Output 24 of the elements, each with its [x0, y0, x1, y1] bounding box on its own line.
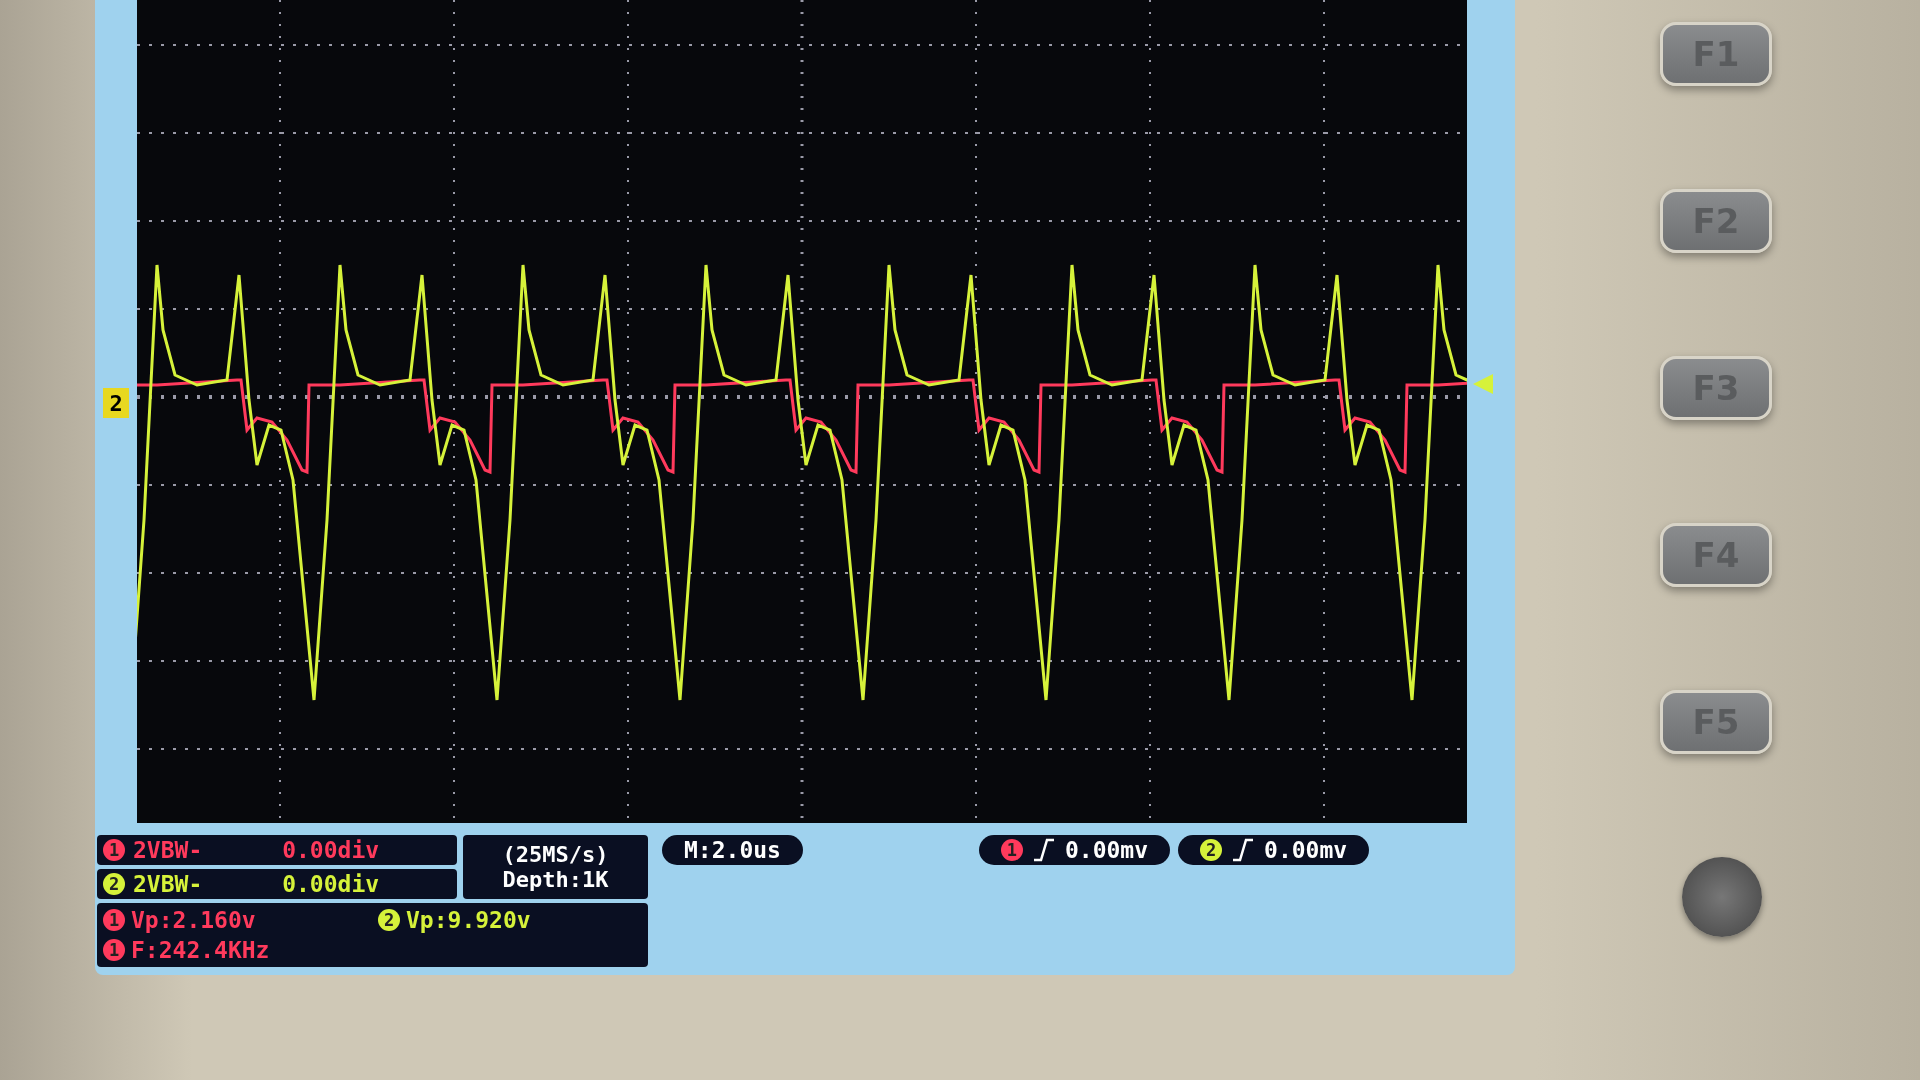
channel-badge: 1 — [103, 839, 125, 861]
measurement-value: Vp:9.920v — [406, 907, 531, 933]
channel-badge: 1 — [103, 909, 125, 931]
offset-value: 0.00div — [282, 871, 380, 897]
channel-badge: 1 — [1000, 839, 1023, 861]
measurement-value: Vp:2.160v — [131, 907, 256, 933]
rising-edge-icon — [1232, 838, 1255, 862]
knob[interactable] — [1682, 857, 1762, 937]
trigger-level: 0.00mv — [1064, 837, 1149, 863]
memory-depth: Depth:1K — [502, 867, 609, 892]
offset-value: 0.00div — [282, 837, 380, 863]
coupling-label: 2VBW- — [133, 871, 203, 897]
measurement-value: F:242.4KHz — [131, 937, 270, 963]
timebase-label: M:2.0us — [662, 835, 803, 865]
channel-badge: 2 — [1200, 839, 1223, 861]
trigger-level: 0.00mv — [1264, 837, 1348, 863]
trigger-level-icon — [1471, 372, 1495, 396]
channel-marker: 2 — [103, 388, 129, 418]
channel-badge: 1 — [103, 939, 125, 961]
channel-badge: 2 — [378, 909, 400, 931]
channel-badge: 2 — [103, 873, 125, 895]
rising-edge-icon — [1032, 838, 1055, 862]
coupling-label: 2VBW- — [133, 837, 203, 863]
sample-rate: (25MS/s) — [502, 842, 609, 867]
